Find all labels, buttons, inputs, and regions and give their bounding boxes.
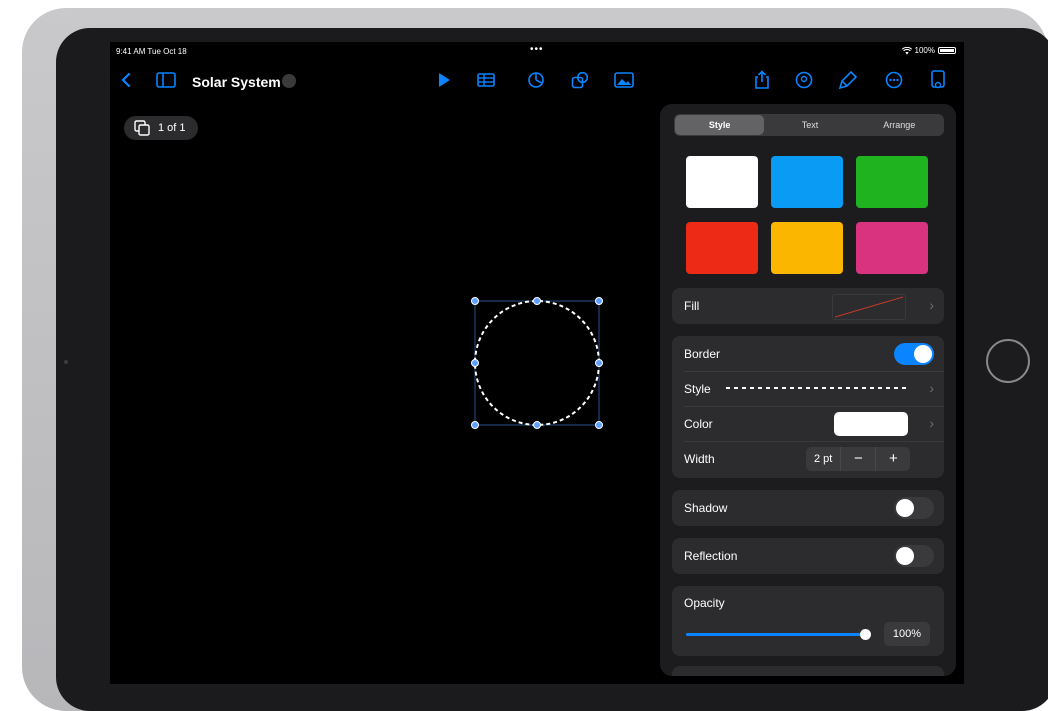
shadow-toggle[interactable] [894, 497, 934, 519]
border-toggle[interactable] [894, 343, 934, 365]
border-color-well[interactable] [834, 412, 908, 436]
next-section-peek [672, 666, 944, 676]
selected-circle-shape[interactable] [470, 296, 604, 430]
border-section: Border Style › Color › Width 2 pt − + [672, 336, 944, 478]
format-panel: Style Text Arrange Fill › Border Style › [660, 104, 956, 676]
fill-row[interactable]: Fill › [672, 288, 944, 324]
wifi-icon [901, 46, 912, 54]
reflection-label: Reflection [684, 549, 738, 563]
page-counter-label: 1 of 1 [158, 122, 186, 134]
shadow-label: Shadow [684, 501, 728, 515]
resize-handle [471, 297, 479, 305]
status-time: 9:41 AM Tue Oct 18 [116, 47, 187, 56]
dashed-line-preview[interactable] [726, 386, 910, 390]
media-icon[interactable] [612, 68, 636, 92]
status-right: 100% [901, 46, 956, 55]
resize-handle [595, 359, 603, 367]
document-icon[interactable] [926, 68, 950, 92]
opacity-slider-thumb[interactable] [860, 629, 871, 640]
front-camera [64, 360, 68, 364]
fill-none-preview [832, 294, 906, 320]
table-icon[interactable] [474, 68, 498, 92]
border-style-label: Style [684, 382, 711, 396]
more-icon[interactable] [882, 68, 906, 92]
pages-icon [134, 120, 150, 136]
resize-handle [595, 297, 603, 305]
collaborate-icon[interactable] [792, 68, 816, 92]
title-menu-chevron-icon[interactable] [282, 74, 296, 88]
divider [684, 441, 944, 442]
tab-arrange[interactable]: Arrange [855, 114, 944, 136]
resize-handle [533, 421, 541, 429]
style-swatch-green[interactable] [856, 156, 928, 208]
border-width-label: Width [684, 452, 715, 466]
screen: 9:41 AM Tue Oct 18 ••• 100% Solar System [110, 42, 964, 684]
decrement-button[interactable]: − [840, 447, 875, 471]
shapes-icon[interactable] [568, 68, 592, 92]
opacity-slider-fill [686, 633, 866, 636]
multitasking-dots[interactable]: ••• [530, 44, 544, 55]
increment-button[interactable]: + [875, 447, 910, 471]
chevron-right-icon: › [929, 380, 934, 396]
toolbar: Solar System [110, 64, 964, 96]
opacity-label: Opacity [684, 596, 725, 610]
battery-percent: 100% [914, 46, 935, 55]
border-color-label: Color [684, 417, 713, 431]
battery-icon [938, 47, 956, 54]
resize-handle [471, 421, 479, 429]
status-bar: 9:41 AM Tue Oct 18 ••• 100% [110, 42, 964, 60]
divider [684, 371, 944, 372]
style-swatch-blue[interactable] [771, 156, 843, 208]
border-label: Border [684, 347, 721, 361]
play-icon[interactable] [432, 68, 456, 92]
style-swatch-white[interactable] [686, 156, 758, 208]
reflection-toggle[interactable] [894, 545, 934, 567]
format-brush-icon[interactable] [836, 68, 860, 92]
chart-icon[interactable] [524, 68, 548, 92]
opacity-slider[interactable] [686, 629, 871, 640]
resize-handle [595, 421, 603, 429]
tab-text[interactable]: Text [765, 114, 854, 136]
divider [684, 406, 944, 407]
style-swatch-pink[interactable] [856, 222, 928, 274]
format-tabs: Style Text Arrange [674, 114, 944, 136]
tab-style[interactable]: Style [675, 115, 765, 135]
resize-handle [471, 359, 479, 367]
share-icon[interactable] [750, 68, 774, 92]
resize-handle [533, 297, 541, 305]
page-counter[interactable]: 1 of 1 [124, 116, 198, 140]
style-swatch-yellow[interactable] [771, 222, 843, 274]
border-width-stepper: 2 pt − + [806, 447, 911, 471]
document-title[interactable]: Solar System [192, 74, 281, 90]
chevron-right-icon: › [929, 297, 934, 313]
opacity-value[interactable]: 100% [884, 622, 930, 646]
home-button[interactable] [986, 339, 1030, 383]
back-icon[interactable] [114, 68, 138, 92]
chevron-right-icon: › [929, 415, 934, 431]
style-swatch-red[interactable] [686, 222, 758, 274]
sidebar-icon[interactable] [154, 68, 178, 92]
shadow-row: Shadow [672, 490, 944, 526]
fill-label: Fill [684, 299, 700, 313]
border-width-value[interactable]: 2 pt [806, 453, 840, 465]
reflection-row: Reflection [672, 538, 944, 574]
opacity-section: Opacity 100% [672, 586, 944, 656]
